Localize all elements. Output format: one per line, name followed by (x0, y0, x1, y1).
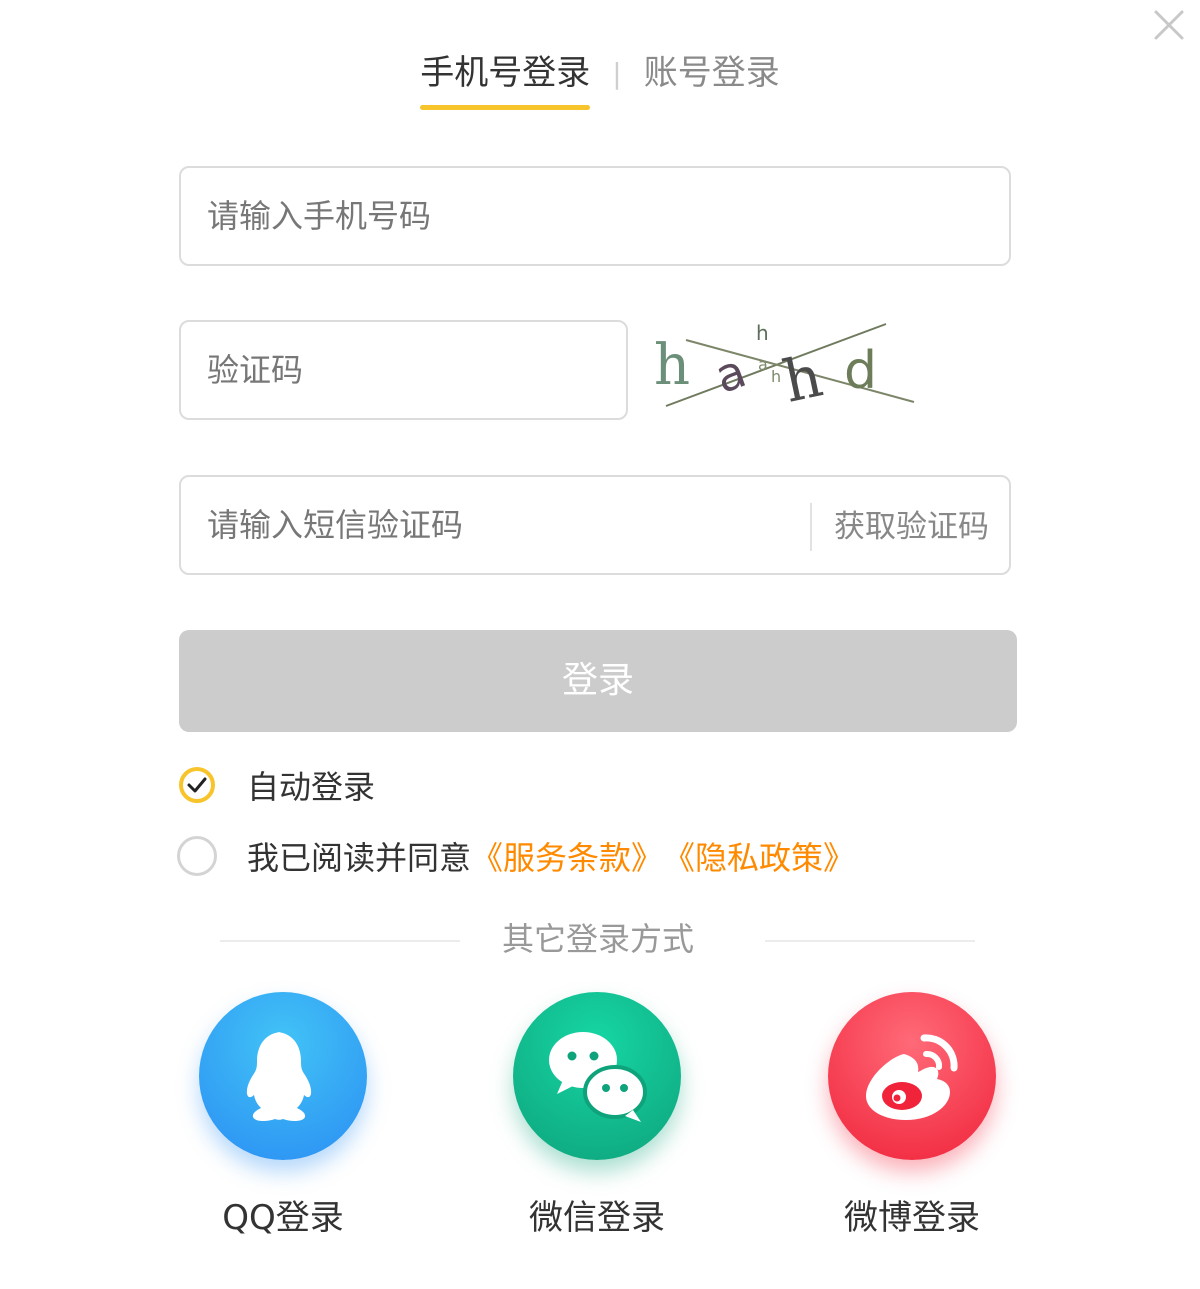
wechat-icon (549, 1032, 647, 1122)
qq-icon-circle (199, 992, 367, 1160)
check-icon (187, 777, 207, 793)
login-button[interactable]: 登录 (179, 630, 1017, 732)
close-button[interactable] (1152, 8, 1186, 42)
captcha-graphic: h a h a h h d (654, 321, 915, 416)
captcha-input[interactable] (181, 322, 626, 418)
divider-line-left (220, 940, 460, 942)
svg-text:h: h (756, 321, 769, 345)
svg-text:h: h (777, 342, 828, 410)
terms-link[interactable]: 《服务条款》 (471, 833, 663, 879)
tab-phone-login[interactable]: 手机号登录 (406, 50, 604, 110)
sms-code-input[interactable] (181, 477, 781, 573)
svg-text:h: h (654, 333, 690, 398)
captcha-image[interactable]: h a h a h h d (646, 318, 916, 416)
divider-line-right (765, 940, 975, 942)
agreement-option: 我已阅读并同意 《服务条款》 《隐私政策》 (177, 833, 855, 879)
auto-login-option[interactable]: 自动登录 (179, 762, 375, 808)
weibo-icon (866, 1034, 958, 1120)
phone-input[interactable] (181, 168, 1009, 264)
tab-account-login[interactable]: 账号登录 (630, 50, 794, 96)
wechat-login-button[interactable]: 微信登录 (487, 992, 707, 1239)
privacy-link[interactable]: 《隐私政策》 (663, 833, 855, 879)
svg-text:a: a (758, 355, 768, 374)
svg-text:h: h (771, 367, 781, 386)
other-login-title: 其它登录方式 (502, 920, 695, 958)
get-code-button[interactable]: 获取验证码 (810, 503, 1009, 551)
wechat-icon-circle (513, 992, 681, 1160)
other-login-divider: 其它登录方式 (220, 914, 975, 964)
captcha-field (179, 320, 628, 420)
weibo-login-button[interactable]: 微博登录 (802, 992, 1022, 1239)
agreement-label: 我已阅读并同意 (247, 839, 472, 877)
svg-text:d: d (844, 341, 877, 401)
auto-login-checkbox[interactable] (179, 767, 215, 803)
login-tabs: 手机号登录 | 账号登录 (0, 50, 1200, 110)
weibo-login-label: 微博登录 (844, 1198, 980, 1238)
close-icon (1154, 10, 1184, 40)
sms-code-field: 获取验证码 (179, 475, 1011, 575)
agreement-checkbox[interactable] (177, 836, 217, 876)
weibo-icon-circle (828, 992, 996, 1160)
phone-field (179, 166, 1011, 266)
wechat-login-label: 微信登录 (529, 1198, 665, 1238)
auto-login-label: 自动登录 (247, 768, 376, 806)
qq-login-button[interactable]: QQ登录 (173, 992, 393, 1239)
qq-icon (246, 1032, 312, 1122)
svg-text:a: a (708, 344, 753, 404)
tab-separator: | (612, 56, 622, 90)
qq-login-label: QQ登录 (222, 1198, 344, 1238)
